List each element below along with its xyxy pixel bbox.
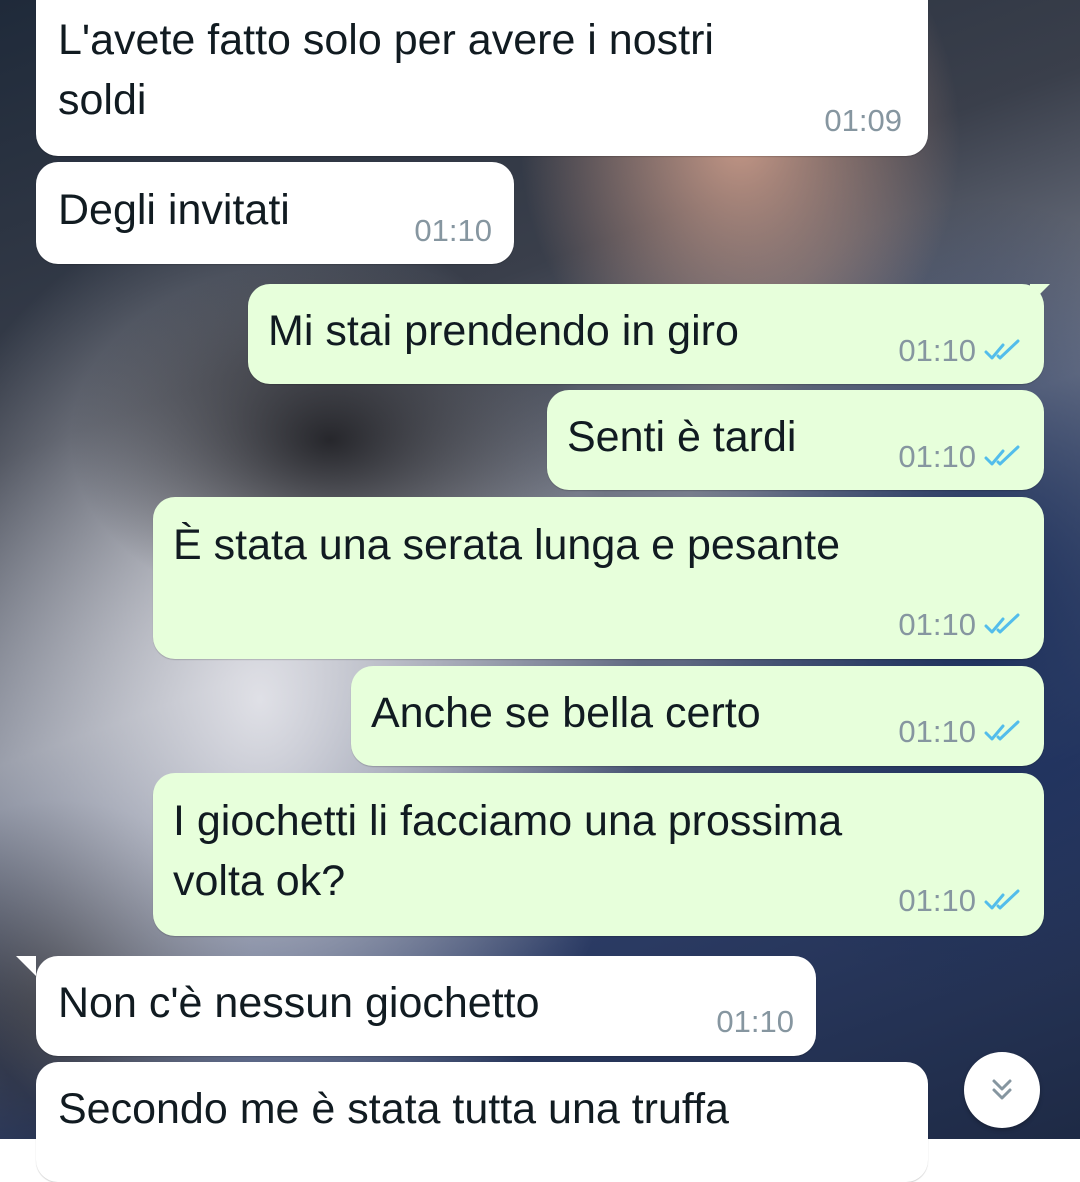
message-text: Degli invitati — [58, 186, 290, 234]
double-check-icon — [984, 889, 1020, 910]
message-text: I giochetti li facciamo una prossima vol… — [173, 797, 843, 905]
double-check-icon — [984, 339, 1020, 360]
message-incoming[interactable]: Non c'è nessun giochetto 01:10 — [36, 956, 816, 1056]
message-incoming[interactable]: Degli invitati 01:10 — [36, 162, 514, 264]
double-check-icon — [984, 445, 1020, 466]
message-text: L'avete fatto solo per avere i nostri so… — [58, 16, 714, 124]
double-check-icon — [984, 613, 1020, 634]
message-text: È stata una serata lunga e pesante — [173, 521, 840, 569]
message-timestamp: 01:10 — [898, 607, 976, 642]
message-outgoing[interactable]: Mi stai prendendo in giro 01:10 — [248, 284, 1044, 384]
message-timestamp: 01:10 — [716, 1004, 794, 1039]
message-timestamp: 01:09 — [824, 103, 902, 138]
message-text: Mi stai prendendo in giro — [268, 307, 739, 355]
message-text: Non c'è nessun giochetto — [58, 979, 540, 1027]
message-text: Secondo me è stata tutta una truffa — [58, 1085, 729, 1133]
message-outgoing[interactable]: Senti è tardi 01:10 — [547, 390, 1044, 490]
message-text: Anche se bella certo — [371, 689, 761, 737]
message-timestamp: 01:10 — [414, 213, 492, 248]
message-incoming[interactable]: Secondo me è stata tutta una truffa — [36, 1062, 928, 1182]
message-outgoing[interactable]: I giochetti li facciamo una prossima vol… — [153, 773, 1044, 936]
bubble-tail — [16, 956, 36, 976]
message-text: Senti è tardi — [567, 413, 797, 461]
message-timestamp: 01:10 — [898, 714, 976, 749]
message-incoming[interactable]: L'avete fatto solo per avere i nostri so… — [36, 0, 928, 156]
double-check-icon — [984, 720, 1020, 741]
message-outgoing[interactable]: È stata una serata lunga e pesante 01:10 — [153, 497, 1044, 659]
message-timestamp: 01:10 — [898, 439, 976, 474]
chevron-double-down-icon — [992, 1079, 1012, 1100]
message-outgoing[interactable]: Anche se bella certo 01:10 — [351, 666, 1044, 766]
message-timestamp: 01:10 — [898, 333, 976, 368]
message-timestamp: 01:10 — [898, 883, 976, 918]
scroll-to-bottom-button[interactable] — [964, 1052, 1040, 1128]
